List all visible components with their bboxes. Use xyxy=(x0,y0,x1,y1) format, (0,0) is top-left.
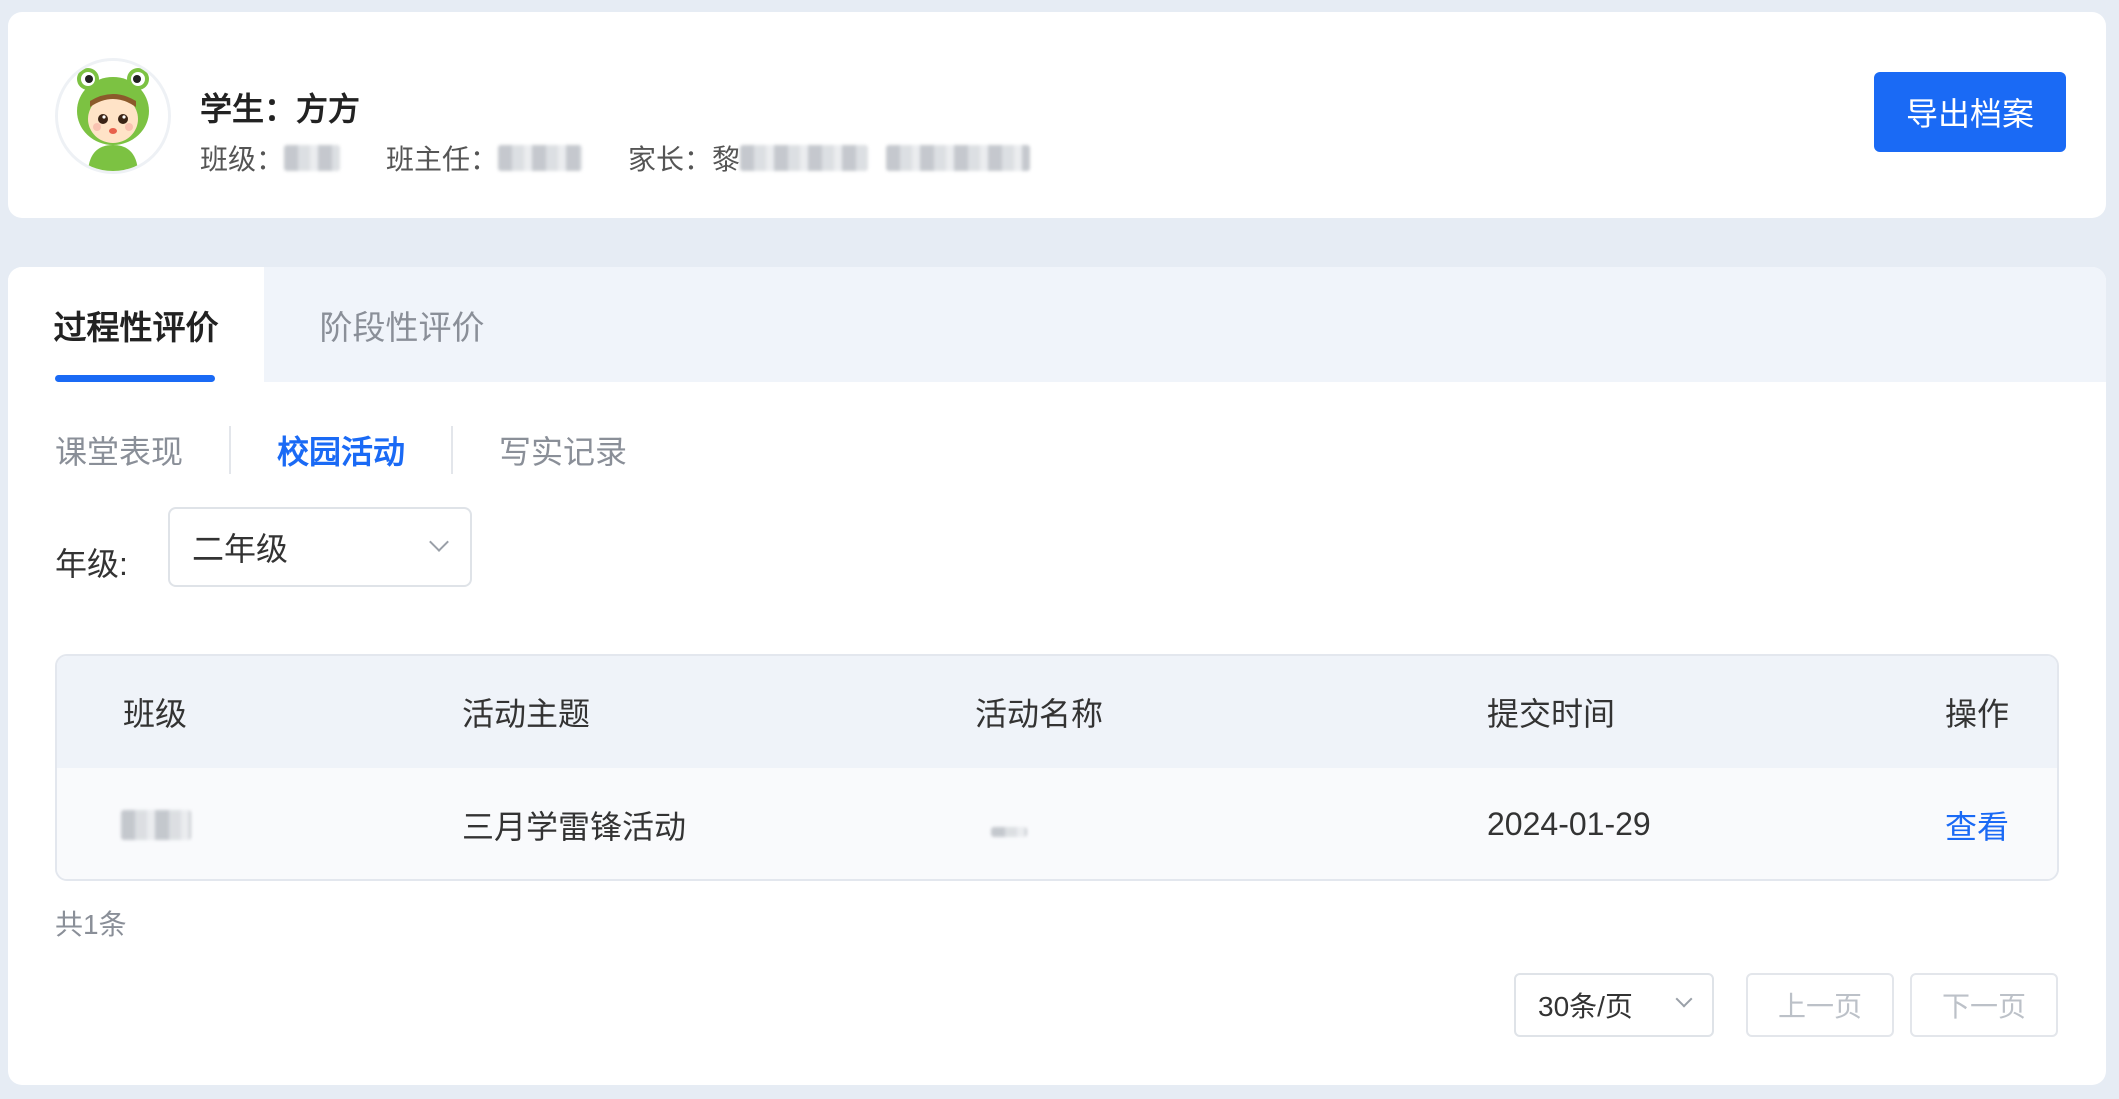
cell-theme: 三月学雷锋活动 xyxy=(462,808,687,845)
student-avatar xyxy=(55,58,171,174)
student-card: 学生：方方 班级： 班主任： 家长： 黎 导出档案 xyxy=(8,12,2106,218)
teacher-label: 班主任： xyxy=(386,144,499,175)
page-size-value: 30条/页 xyxy=(1538,991,1633,1022)
activity-table: 班级 活动主题 活动名称 提交时间 操作 三月学雷锋活动 2024-01-29 … xyxy=(55,654,2059,881)
tab-stage-evaluation[interactable]: 阶段性评价 xyxy=(264,267,540,382)
grade-select-value: 二年级 xyxy=(192,531,289,567)
subtab-classroom-performance[interactable]: 课堂表现 xyxy=(55,427,183,473)
subtab-campus-activities[interactable]: 校园活动 xyxy=(277,427,405,473)
student-meta: 班级： 班主任： 家长： 黎 xyxy=(200,140,1076,176)
export-archive-button[interactable]: 导出档案 xyxy=(1874,72,2066,152)
column-header-submit-time: 提交时间 xyxy=(1487,696,1616,732)
column-header-class: 班级 xyxy=(123,696,188,732)
evaluation-panel: 过程性评价 阶段性评价 课堂表现 校园活动 写实记录 年级: 二年级 班级 活动… xyxy=(8,267,2106,1085)
tab-stage-evaluation-label: 阶段性评价 xyxy=(319,308,485,346)
cell-activity-name xyxy=(991,768,1027,879)
grade-select[interactable]: 二年级 xyxy=(168,507,472,587)
main-tabbar: 过程性评价 阶段性评价 xyxy=(8,267,2106,382)
next-page-button[interactable]: 下一页 xyxy=(1910,973,2058,1037)
table-header: 班级 活动主题 活动名称 提交时间 操作 xyxy=(57,656,2057,768)
parent-contact-redacted xyxy=(886,145,1031,171)
active-tab-indicator xyxy=(55,375,215,382)
total-count: 共1条 xyxy=(55,909,127,940)
prev-page-button[interactable]: 上一页 xyxy=(1746,973,1894,1037)
teacher-info: 班主任： xyxy=(386,138,583,178)
parent-info: 家长： 黎 xyxy=(628,138,1031,178)
tab-process-evaluation-label: 过程性评价 xyxy=(53,308,219,346)
class-value-redacted xyxy=(121,809,191,840)
parent-label: 家长： xyxy=(628,144,713,175)
grade-filter-label: 年级: xyxy=(55,546,128,582)
subtab-divider xyxy=(451,426,454,474)
teacher-value-redacted xyxy=(498,145,583,171)
parent-first-char: 黎 xyxy=(712,144,741,175)
cell-class xyxy=(121,768,191,879)
student-name: 学生：方方 xyxy=(200,91,361,127)
column-header-theme: 活动主题 xyxy=(462,696,591,732)
column-header-activity-name: 活动名称 xyxy=(975,696,1104,732)
chevron-down-icon xyxy=(1675,990,1693,1008)
subtab-factual-records[interactable]: 写实记录 xyxy=(499,427,627,473)
subtab-divider xyxy=(229,426,232,474)
class-info: 班级： xyxy=(200,138,341,178)
subtab-bar: 课堂表现 校园活动 写实记录 xyxy=(55,422,627,478)
class-value-redacted xyxy=(284,145,341,171)
activity-name-redacted xyxy=(991,826,1027,837)
view-link[interactable]: 查看 xyxy=(1945,768,2009,879)
parent-name-redacted xyxy=(740,145,869,171)
cell-submit-time: 2024-01-29 xyxy=(1487,806,1651,842)
column-header-action: 操作 xyxy=(1945,696,2010,732)
table-row: 三月学雷锋活动 2024-01-29 查看 xyxy=(57,768,2057,879)
chevron-down-icon xyxy=(429,532,449,552)
tab-process-evaluation[interactable]: 过程性评价 xyxy=(8,267,264,382)
page-size-select[interactable]: 30条/页 xyxy=(1514,973,1714,1037)
class-label: 班级： xyxy=(200,144,285,175)
